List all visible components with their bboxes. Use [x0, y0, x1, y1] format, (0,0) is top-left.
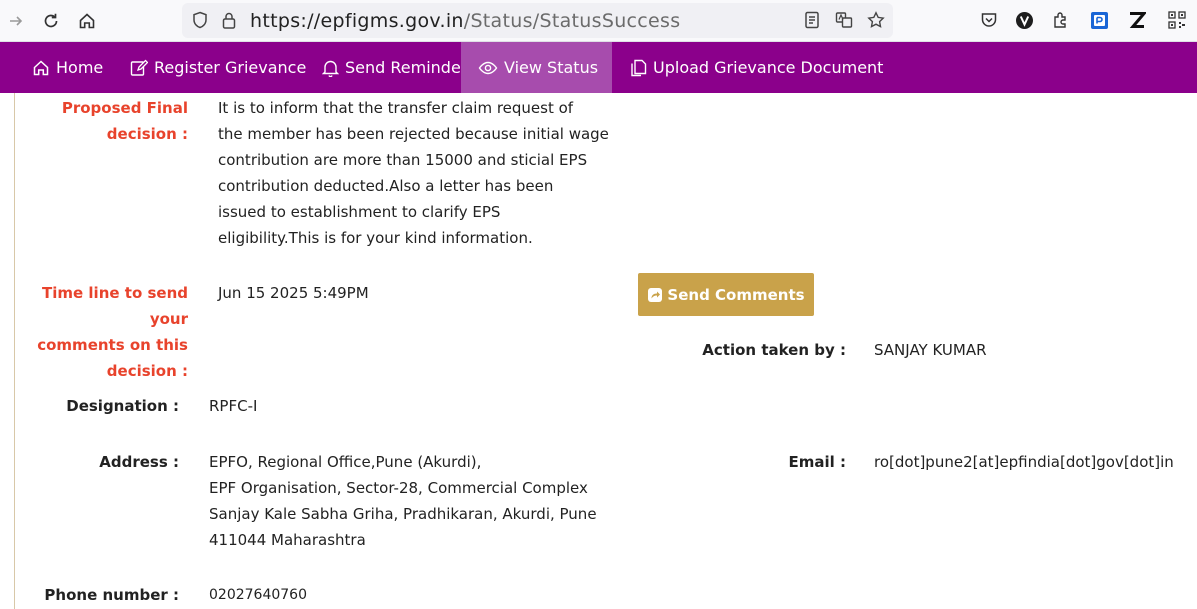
nav-view-status[interactable]: View Status — [461, 42, 612, 93]
timeline-label-line-3: decision : — [106, 362, 188, 380]
share-icon — [648, 287, 663, 302]
site-navigation: Home Register Grievance Send Reminder Vi… — [0, 42, 1197, 93]
timeline-label: Time line to send your comments on this … — [0, 280, 188, 384]
phone-number-value: 02027640760 — [209, 587, 307, 603]
nav-send-reminder[interactable]: Send Reminder — [312, 42, 477, 93]
url-path: /Status/StatusSuccess — [463, 10, 681, 32]
qr-code-icon[interactable] — [1166, 9, 1188, 31]
nav-view-status-label: View Status — [504, 58, 599, 77]
nav-register-grievance-label: Register Grievance — [154, 58, 307, 77]
nav-send-reminder-label: Send Reminder — [345, 58, 468, 77]
address-line: EPFO, Regional Office,Pune (Akurdi), — [209, 453, 482, 471]
forward-arrow-icon[interactable] — [4, 9, 28, 33]
proposed-final-decision-value: It is to inform that the transfer claim … — [218, 95, 638, 251]
action-taken-by-label: Action taken by : — [702, 341, 846, 359]
proposed-line: eligibility.This is for your kind inform… — [218, 229, 533, 247]
shield-icon[interactable] — [190, 10, 210, 30]
designation-value: RPFC-I — [209, 397, 258, 415]
lock-icon[interactable] — [219, 10, 239, 30]
email-value: ro[dot]pune2[at]epfindia[dot]gov[dot]in — [874, 453, 1174, 471]
url-domain: https://epfigms.gov.in — [250, 10, 464, 32]
proposed-line: the member has been rejected because ini… — [218, 125, 609, 143]
eye-icon — [478, 61, 498, 74]
blue-extension-icon[interactable] — [1088, 9, 1110, 31]
home-icon[interactable] — [75, 9, 99, 33]
proposed-line: It is to inform that the transfer claim … — [218, 99, 574, 117]
proposed-line: contribution are more than 15000 and sti… — [218, 151, 588, 169]
nav-upload-grievance-document-label: Upload Grievance Document — [653, 58, 884, 77]
send-comments-label: Send Comments — [667, 285, 805, 304]
proposed-label-line-1: Proposed Final — [61, 99, 188, 117]
address-line: 411044 Maharashtra — [209, 531, 366, 549]
proposed-line: issued to establishment to clarify EPS — [218, 203, 501, 221]
bell-icon — [322, 60, 339, 77]
translate-icon[interactable] — [834, 10, 854, 30]
address-line: Sanjay Kale Sabha Griha, Pradhikaran, Ak… — [209, 505, 597, 523]
email-label: Email : — [788, 453, 846, 471]
address-label: Address : — [99, 453, 179, 471]
timeline-label-line-1: Time line to send your — [42, 284, 188, 328]
send-comments-button[interactable]: Send Comments — [638, 273, 814, 316]
nav-home[interactable]: Home — [22, 42, 113, 93]
timeline-value: Jun 15 2025 5:49PM — [218, 284, 369, 302]
address-bar[interactable]: https://epfigms.gov.in/Status/StatusSucc… — [182, 3, 893, 38]
vivaldi-extension-icon[interactable] — [1013, 9, 1035, 31]
url-text[interactable]: https://epfigms.gov.in/Status/StatusSucc… — [250, 10, 680, 32]
proposed-final-decision-label: Proposed Final decision : — [62, 95, 188, 147]
proposed-label-line-2: decision : — [106, 125, 188, 143]
pocket-icon[interactable] — [978, 9, 1000, 31]
action-taken-by-value: SANJAY KUMAR — [874, 341, 987, 359]
reader-view-icon[interactable] — [802, 10, 822, 30]
nav-upload-grievance-document[interactable]: Upload Grievance Document — [620, 42, 893, 93]
address-value: EPFO, Regional Office,Pune (Akurdi), EPF… — [209, 449, 629, 553]
zotero-extension-icon[interactable] — [1126, 9, 1148, 31]
timeline-label-line-2: comments on this — [37, 336, 188, 354]
designation-label: Designation : — [66, 397, 179, 415]
reload-icon[interactable] — [39, 9, 63, 33]
extensions-puzzle-icon[interactable] — [1050, 9, 1072, 31]
nav-home-label: Home — [56, 58, 104, 77]
nav-register-grievance[interactable]: Register Grievance — [120, 42, 316, 93]
edit-icon — [130, 59, 148, 76]
home-icon — [33, 59, 49, 75]
status-details: Proposed Final decision : It is to infor… — [0, 93, 1197, 609]
address-line: EPF Organisation, Sector-28, Commercial … — [209, 479, 588, 497]
proposed-line: contribution deducted.Also a letter has … — [218, 177, 554, 195]
browser-toolbar: https://epfigms.gov.in/Status/StatusSucc… — [0, 0, 1197, 42]
phone-number-label: Phone number : — [44, 586, 179, 604]
bookmark-star-icon[interactable] — [866, 10, 886, 30]
document-icon — [631, 59, 647, 76]
